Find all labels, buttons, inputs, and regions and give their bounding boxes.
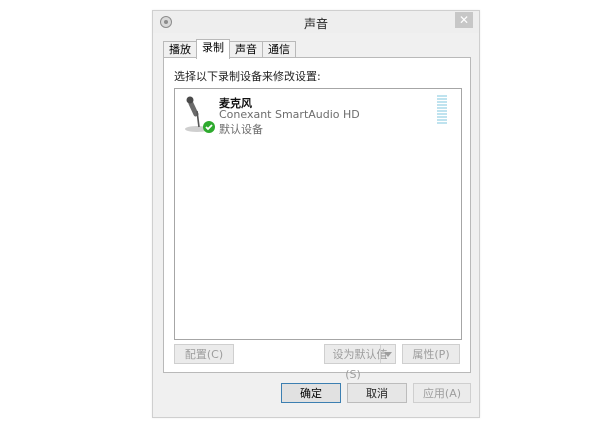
sound-dialog: 声音 ✕ 播放 录制 声音 通信 选择以下录制设备来修改设置: 麦克风 Cone…: [152, 10, 480, 418]
recording-panel: 选择以下录制设备来修改设置: 麦克风 Conexant SmartAudio H…: [163, 57, 471, 381]
panel-button-row: 配置(C) 设为默认值(S) 属性(P): [174, 344, 460, 381]
device-driver: Conexant SmartAudio HD: [219, 108, 360, 121]
device-item-microphone[interactable]: 麦克风 Conexant SmartAudio HD 默认设备: [181, 93, 453, 137]
level-segment: [437, 107, 447, 109]
ok-button[interactable]: 确定: [281, 383, 341, 403]
close-button[interactable]: ✕: [455, 12, 473, 28]
level-segment: [437, 95, 447, 97]
level-segment: [437, 110, 447, 112]
set-default-button[interactable]: 设为默认值(S): [324, 344, 396, 381]
tab-recording[interactable]: 录制: [196, 39, 230, 59]
apply-button[interactable]: 应用(A): [413, 383, 471, 403]
title-bar[interactable]: 声音 ✕: [153, 11, 479, 33]
properties-button[interactable]: 属性(P): [402, 344, 460, 364]
device-status: 默认设备: [219, 123, 263, 136]
level-segment: [437, 101, 447, 103]
tab-playback[interactable]: 播放: [163, 41, 197, 58]
tab-communications[interactable]: 通信: [262, 41, 296, 58]
level-segment: [437, 98, 447, 100]
level-segment: [437, 113, 447, 115]
green-check-icon: [203, 121, 215, 133]
tab-sounds[interactable]: 声音: [229, 41, 263, 58]
configure-button[interactable]: 配置(C): [174, 344, 234, 364]
level-segment: [437, 119, 447, 121]
level-segment: [437, 122, 447, 124]
tab-strip: 播放 录制 声音 通信: [163, 39, 296, 59]
dialog-button-row: 确定 取消 应用(A): [153, 383, 479, 407]
recording-device-list[interactable]: 麦克风 Conexant SmartAudio HD 默认设备: [174, 88, 462, 340]
microphone-icon: [185, 96, 215, 133]
cancel-button[interactable]: 取消: [347, 383, 407, 403]
input-level-meter: [437, 95, 447, 125]
level-segment: [437, 104, 447, 106]
level-segment: [437, 116, 447, 118]
chevron-down-icon[interactable]: [380, 345, 395, 363]
instruction-text: 选择以下录制设备来修改设置:: [174, 70, 321, 83]
window-title: 声音: [303, 17, 328, 31]
